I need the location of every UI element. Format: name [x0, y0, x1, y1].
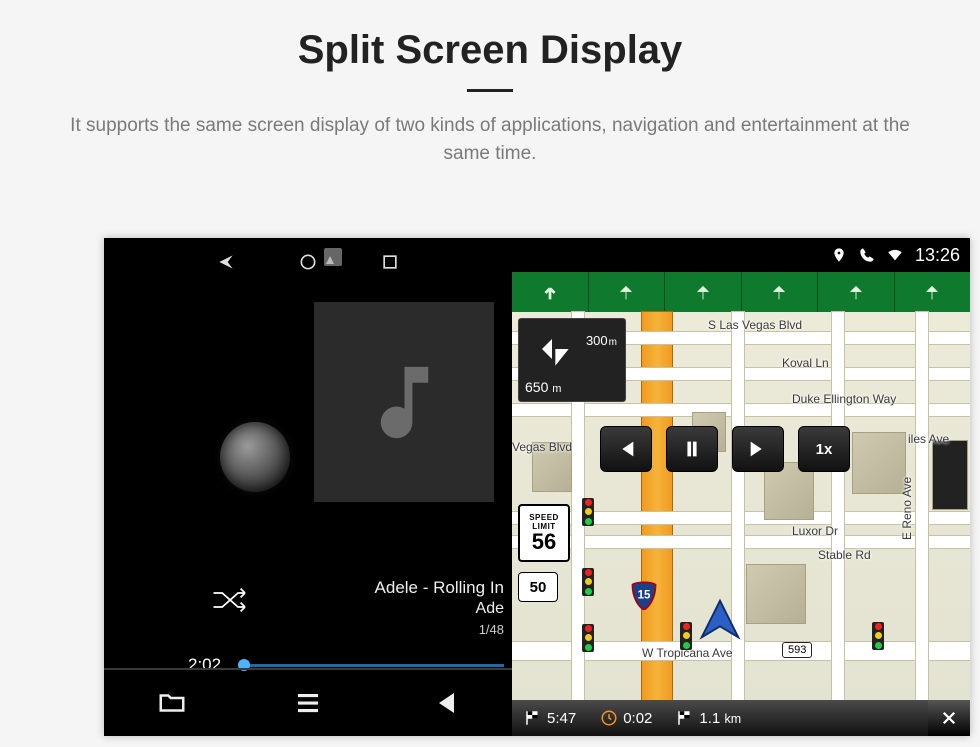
sim-controls: 1x — [600, 426, 850, 472]
sim-pause-button[interactable] — [666, 426, 718, 472]
delay-cell[interactable]: 0:02 — [588, 709, 664, 727]
album-art — [314, 302, 494, 502]
track-info: Adele - Rolling In Ade 1/48 — [375, 578, 504, 637]
building — [932, 440, 968, 510]
page-subtitle: It supports the same screen display of t… — [50, 112, 930, 167]
timeline-track[interactable] — [238, 664, 504, 667]
eta-cell[interactable]: 5:47 — [512, 709, 588, 727]
traffic-light-icon — [872, 622, 884, 650]
street-label: E Reno Ave — [900, 477, 914, 540]
road — [732, 312, 744, 700]
traffic-light-icon — [582, 568, 594, 596]
speed-limit-value: 56 — [520, 531, 568, 553]
phone-icon — [859, 247, 875, 263]
street-label: Duke Ellington Way — [792, 392, 896, 406]
track-index: 1/48 — [375, 622, 504, 637]
volume-knob[interactable] — [220, 422, 290, 492]
road — [832, 312, 844, 700]
route-shield: 50 — [518, 572, 558, 602]
interstate-shield: 15 — [630, 580, 658, 610]
clock-icon — [600, 709, 618, 727]
street-label: Vegas Blvd — [512, 440, 572, 454]
flag-icon — [676, 709, 694, 727]
lane-3 — [665, 272, 742, 312]
clock: 13:26 — [915, 245, 960, 266]
svg-text:15: 15 — [638, 589, 651, 601]
building — [746, 564, 806, 624]
road — [916, 312, 928, 700]
navigation-footer: 5:47 0:02 1.1 km — [512, 700, 970, 736]
recents-icon[interactable] — [380, 252, 400, 272]
vehicle-cursor — [698, 597, 742, 641]
home-icon[interactable] — [298, 252, 318, 272]
folder-button[interactable] — [155, 688, 189, 718]
eta-value: 5:47 — [547, 710, 576, 727]
lane-1 — [512, 272, 589, 312]
player-bottom-bar — [104, 668, 512, 736]
lane-4 — [742, 272, 819, 312]
location-icon — [831, 247, 847, 263]
distance-cell[interactable]: 1.1 km — [664, 709, 753, 727]
sim-speed-button[interactable]: 1x — [798, 426, 850, 472]
address-bubble: 593 — [782, 642, 812, 658]
street-label: S Las Vegas Blvd — [708, 318, 802, 332]
lane-5 — [818, 272, 895, 312]
android-navbar — [104, 238, 512, 286]
lane-2 — [589, 272, 666, 312]
track-artist: Ade — [375, 600, 504, 618]
total-distance: 650 m — [525, 379, 561, 395]
android-statusbar: 13:26 — [512, 238, 970, 272]
page-title: Split Screen Display — [0, 28, 980, 73]
close-button[interactable] — [928, 700, 970, 736]
music-player-pane: Adele - Rolling In Ade 1/48 2:02 — [104, 238, 512, 736]
next-turn-distance: 300m — [586, 333, 617, 348]
traffic-light-icon — [582, 624, 594, 652]
delay-value: 0:02 — [623, 710, 652, 727]
split-screen-device: Adele - Rolling In Ade 1/48 2:02 — [104, 238, 970, 736]
street-label: Stable Rd — [818, 548, 871, 562]
title-underline — [467, 89, 513, 92]
building — [852, 432, 906, 494]
track-title: Adele - Rolling In — [375, 578, 504, 598]
lane-guidance-bar — [512, 272, 970, 312]
sim-next-button[interactable] — [732, 426, 784, 472]
shuffle-button[interactable] — [210, 584, 252, 616]
back-icon[interactable] — [216, 252, 236, 272]
traffic-light-icon — [680, 622, 692, 650]
speed-limit-sign: SPEED LIMIT 56 — [518, 504, 570, 562]
turn-left-icon — [529, 329, 575, 369]
music-note-icon — [357, 355, 452, 450]
close-icon — [940, 709, 958, 727]
traffic-light-icon — [582, 498, 594, 526]
street-label: iles Ave — [908, 432, 949, 446]
turn-instruction: 300m 650 m — [518, 318, 626, 402]
previous-track-button[interactable] — [427, 688, 461, 718]
distance-value: 1.1 km — [699, 710, 741, 727]
flag-icon — [524, 709, 542, 727]
sim-prev-button[interactable] — [600, 426, 652, 472]
street-label: Luxor Dr — [792, 524, 838, 538]
gallery-icon[interactable] — [324, 248, 342, 266]
street-label: Koval Ln — [782, 356, 829, 370]
playlist-button[interactable] — [291, 688, 325, 718]
lane-6 — [895, 272, 971, 312]
wifi-icon — [887, 247, 903, 263]
map-canvas[interactable]: S Las Vegas Blvd Koval Ln Duke Ellington… — [512, 312, 970, 700]
navigation-pane: 13:26 — [512, 238, 970, 736]
